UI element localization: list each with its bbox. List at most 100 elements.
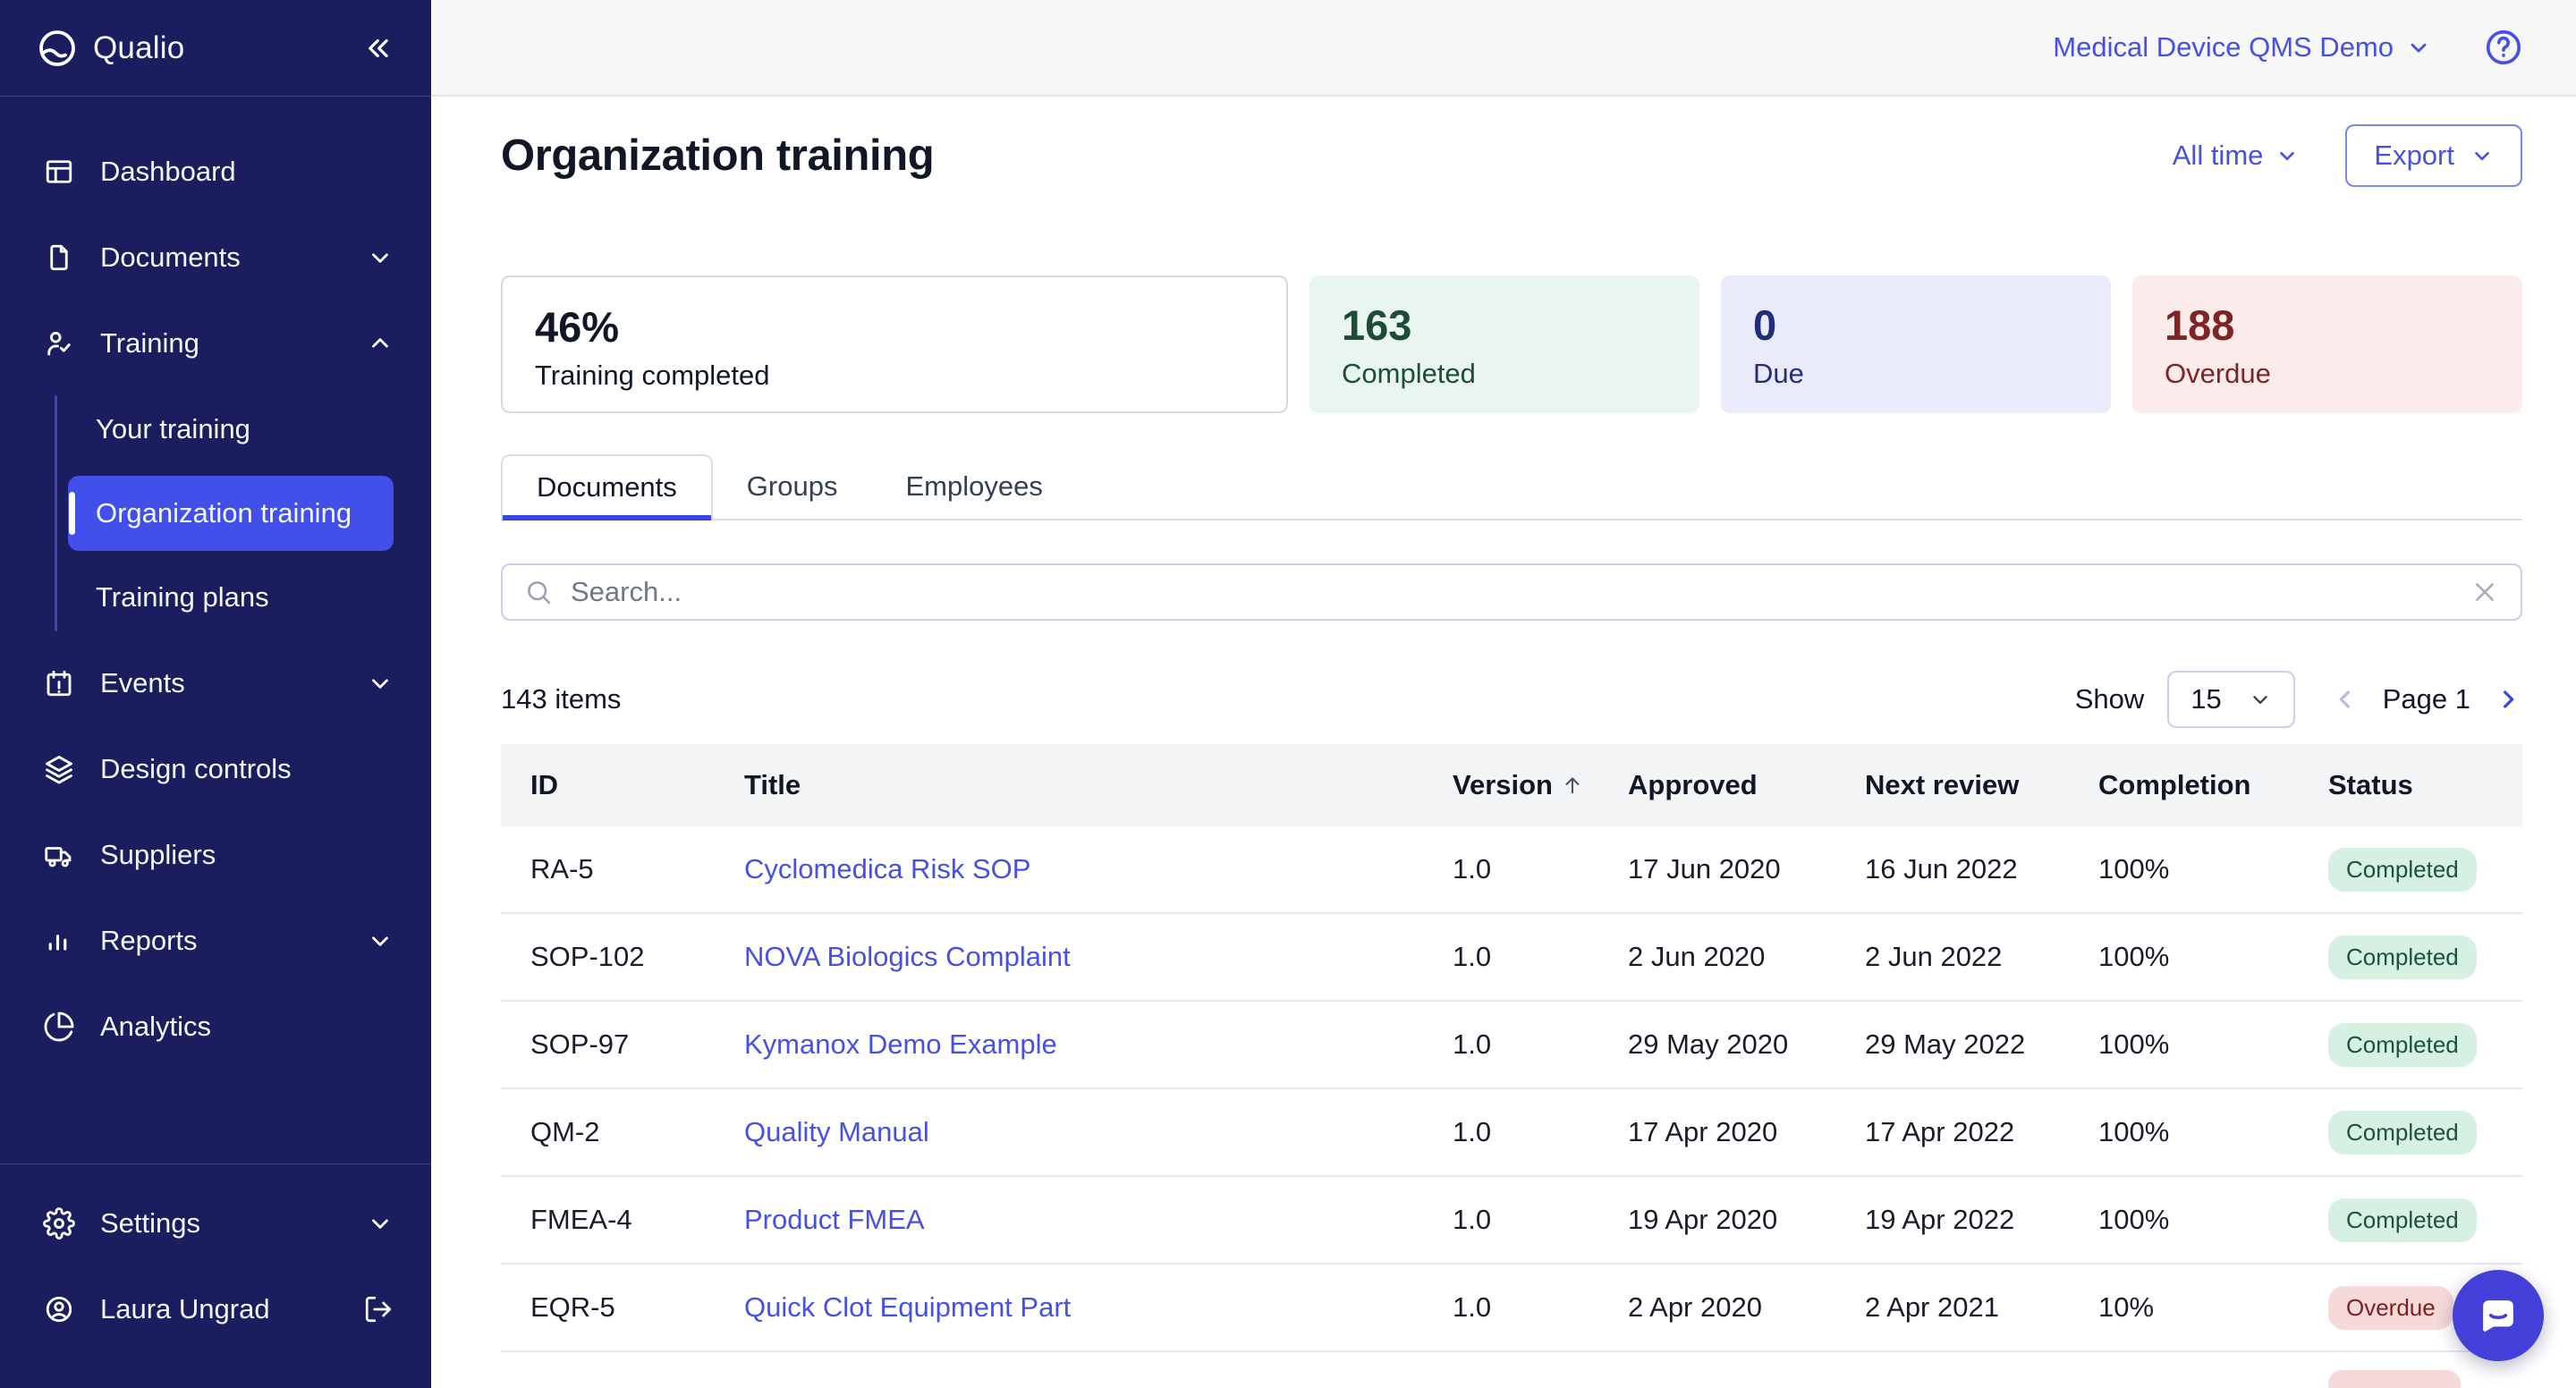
time-filter-dropdown[interactable]: All time bbox=[2173, 140, 2300, 172]
page-size-select[interactable]: 15 bbox=[2167, 671, 2294, 728]
stat-card-due: 0 Due bbox=[1721, 275, 2111, 413]
sidebar-footer: Settings Laura Ungrad bbox=[0, 1164, 431, 1388]
stat-card-overdue: 188 Overdue bbox=[2132, 275, 2522, 413]
help-icon[interactable] bbox=[2483, 27, 2524, 68]
search-input[interactable] bbox=[569, 575, 2454, 609]
sidebar-item-documents[interactable]: Documents bbox=[0, 215, 431, 300]
logout-icon[interactable] bbox=[363, 1294, 394, 1325]
page-next-icon[interactable] bbox=[2494, 685, 2522, 714]
page-size-value: 15 bbox=[2190, 683, 2221, 715]
sidebar-item-organization-training[interactable]: Organization training bbox=[68, 476, 394, 551]
document-link[interactable]: Quality Manual bbox=[744, 1116, 929, 1147]
document-link[interactable]: Cyclomedica Risk SOP bbox=[744, 853, 1030, 884]
export-button[interactable]: Export bbox=[2345, 124, 2522, 187]
sidebar-item-training-plans[interactable]: Training plans bbox=[0, 554, 431, 640]
tabs: Documents Groups Employees bbox=[501, 454, 2522, 520]
document-link[interactable]: Product FMEA bbox=[744, 1204, 925, 1235]
stat-label: Overdue bbox=[2165, 358, 2490, 390]
chevron-down-icon bbox=[2470, 144, 2494, 167]
cell-id: SOP-97 bbox=[530, 1028, 744, 1061]
cell-approved: 2 Apr 2020 bbox=[1628, 1291, 1865, 1324]
cell-completion: 100% bbox=[2098, 853, 2328, 885]
stat-value: 46% bbox=[535, 302, 1254, 352]
cell-version: 1.0 bbox=[1453, 941, 1628, 973]
chevron-down-icon bbox=[2249, 688, 2272, 711]
show-label: Show bbox=[2075, 683, 2145, 715]
column-header-next-review[interactable]: Next review bbox=[1865, 769, 2098, 801]
chevron-down-icon bbox=[367, 1210, 394, 1237]
chat-bubble-icon bbox=[2474, 1291, 2522, 1340]
column-header-title[interactable]: Title bbox=[744, 769, 1453, 801]
chat-widget-button[interactable] bbox=[2453, 1270, 2544, 1361]
workspace-name: Medical Device QMS Demo bbox=[2053, 31, 2394, 63]
table-row: SOP-102 NOVA Biologics Complaint 1.0 2 J… bbox=[501, 914, 2522, 1002]
column-header-completion[interactable]: Completion bbox=[2098, 769, 2328, 801]
tab-groups[interactable]: Groups bbox=[713, 454, 872, 519]
tab-documents[interactable]: Documents bbox=[501, 454, 713, 519]
stat-value: 188 bbox=[2165, 300, 2490, 351]
sidebar-item-design-controls[interactable]: Design controls bbox=[0, 726, 431, 812]
sidebar-item-analytics[interactable]: Analytics bbox=[0, 984, 431, 1070]
document-icon bbox=[43, 241, 75, 274]
sidebar-item-label: Suppliers bbox=[100, 839, 216, 871]
stat-card-completed: 163 Completed bbox=[1309, 275, 1699, 413]
tab-employees[interactable]: Employees bbox=[871, 454, 1076, 519]
sidebar-item-label: Analytics bbox=[100, 1011, 211, 1043]
status-badge: Completed bbox=[2328, 935, 2477, 979]
cell-completion: 100% bbox=[2098, 1204, 2328, 1236]
clear-search-icon[interactable] bbox=[2470, 578, 2499, 606]
sidebar-item-your-training[interactable]: Your training bbox=[0, 386, 431, 472]
brand-row: Qualio bbox=[0, 0, 431, 97]
chevron-down-icon bbox=[2275, 144, 2299, 167]
column-header-status[interactable]: Status bbox=[2328, 769, 2522, 801]
stat-card-training-completed: 46% Training completed bbox=[501, 275, 1288, 413]
stat-label: Completed bbox=[1342, 358, 1667, 390]
column-header-version[interactable]: Version bbox=[1453, 769, 1628, 801]
cell-approved: 17 Apr 2020 bbox=[1628, 1116, 1865, 1148]
chevron-down-icon bbox=[367, 927, 394, 954]
document-link[interactable]: Quick Clot Equipment Part bbox=[744, 1291, 1071, 1323]
chevron-up-icon bbox=[367, 330, 394, 357]
sidebar-item-label: Reports bbox=[100, 925, 198, 957]
sidebar-item-dashboard[interactable]: Dashboard bbox=[0, 129, 431, 215]
cell-approved: 19 Apr 2020 bbox=[1628, 1204, 1865, 1236]
document-link[interactable]: Kymanox Demo Example bbox=[744, 1028, 1057, 1060]
cell-version: 1.0 bbox=[1453, 853, 1628, 885]
cell-next-review: 29 May 2022 bbox=[1865, 1028, 2098, 1061]
page-indicator: Page 1 bbox=[2383, 683, 2470, 715]
user-check-icon bbox=[43, 327, 75, 360]
page-previous-icon[interactable] bbox=[2331, 685, 2360, 714]
cell-id: SOP-102 bbox=[530, 941, 744, 973]
sidebar-item-settings[interactable]: Settings bbox=[0, 1181, 431, 1266]
table-row: RA-5 Cyclomedica Risk SOP 1.0 17 Jun 202… bbox=[501, 826, 2522, 914]
status-badge: Overdue bbox=[2328, 1286, 2453, 1330]
search-bar bbox=[501, 563, 2522, 621]
sidebar-item-label: Settings bbox=[100, 1207, 200, 1240]
column-header-id[interactable]: ID bbox=[530, 769, 744, 801]
user-avatar-icon bbox=[43, 1293, 75, 1325]
sidebar-item-user[interactable]: Laura Ungrad bbox=[0, 1266, 431, 1352]
status-badge: Completed bbox=[2328, 848, 2477, 892]
search-icon bbox=[524, 578, 553, 606]
status-badge: Completed bbox=[2328, 1023, 2477, 1067]
sort-ascending-icon bbox=[1560, 773, 1585, 798]
column-header-approved[interactable]: Approved bbox=[1628, 769, 1865, 801]
table-row: SOP-97 Kymanox Demo Example 1.0 29 May 2… bbox=[501, 1002, 2522, 1089]
sidebar-nav: Dashboard Documents Training Your traini… bbox=[0, 97, 431, 1070]
sidebar-collapse-icon[interactable] bbox=[363, 33, 394, 63]
sidebar-item-training[interactable]: Training bbox=[0, 300, 431, 386]
workspace-selector[interactable]: Medical Device QMS Demo bbox=[2053, 31, 2431, 63]
calendar-alert-icon bbox=[43, 667, 75, 699]
cell-next-review: 16 Jun 2022 bbox=[1865, 853, 2098, 885]
topbar: Medical Device QMS Demo bbox=[431, 0, 2576, 97]
pie-chart-icon bbox=[43, 1011, 75, 1043]
table-row: EQR-5 Quick Clot Equipment Part 1.0 2 Ap… bbox=[501, 1265, 2522, 1352]
sidebar-item-events[interactable]: Events bbox=[0, 640, 431, 726]
sidebar-item-suppliers[interactable]: Suppliers bbox=[0, 812, 431, 898]
documents-table: ID Title Version Approved Next review Co… bbox=[501, 744, 2522, 1388]
sidebar-item-label: Dashboard bbox=[100, 156, 236, 188]
stat-value: 0 bbox=[1753, 300, 2079, 351]
sidebar-item-reports[interactable]: Reports bbox=[0, 898, 431, 984]
document-link[interactable]: NOVA Biologics Complaint bbox=[744, 941, 1071, 972]
cell-version: 1.0 bbox=[1453, 1116, 1628, 1148]
